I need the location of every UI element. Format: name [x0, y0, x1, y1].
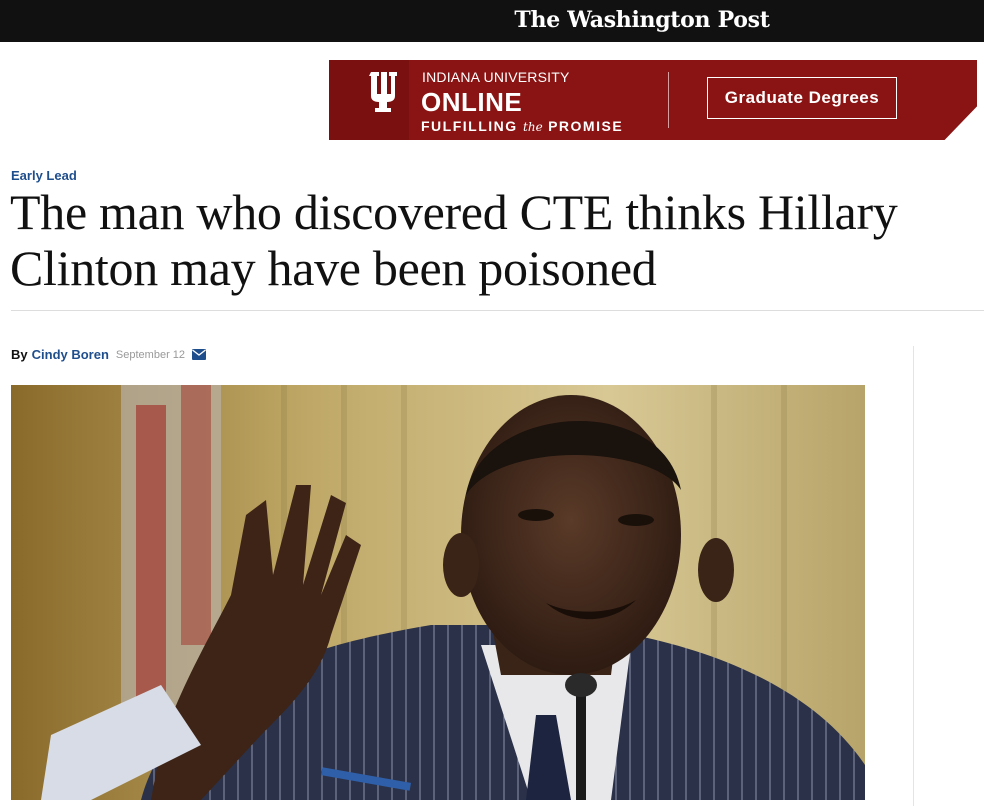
email-icon[interactable] [192, 349, 207, 360]
site-logo[interactable]: The Washington Post [0, 5, 984, 35]
byline: By Cindy Boren September 12 [11, 347, 207, 362]
ad-tagline-b: PROMISE [548, 118, 624, 134]
publish-date: September 12 [115, 348, 186, 361]
author-link[interactable]: Cindy Boren [32, 347, 109, 362]
ad-university-name: INDIANA UNIVERSITY [422, 69, 570, 85]
article-headline: The man who discovered CTE thinks Hillar… [10, 184, 898, 296]
ad-divider [668, 72, 669, 128]
iu-trident-icon [369, 72, 397, 112]
ad-cta-button[interactable]: Graduate Degrees [707, 77, 897, 119]
byline-prefix: By [11, 347, 28, 362]
lead-photo [11, 385, 865, 800]
header-divider [11, 310, 984, 311]
section-kicker[interactable]: Early Lead [11, 168, 77, 183]
column-divider [913, 346, 914, 806]
ad-tagline-the: the [523, 120, 543, 134]
man-speaking-at-hearing-photo [11, 385, 865, 800]
ad-banner[interactable]: INDIANA UNIVERSITY ONLINE FULFILLING the… [329, 60, 977, 140]
ad-logo-panel [329, 60, 409, 140]
ad-tagline: FULFILLING the PROMISE [421, 118, 623, 134]
ad-tagline-a: FULFILLING [421, 118, 518, 134]
top-nav-bar: The Washington Post [0, 0, 984, 42]
ad-online-label: ONLINE [421, 87, 523, 117]
